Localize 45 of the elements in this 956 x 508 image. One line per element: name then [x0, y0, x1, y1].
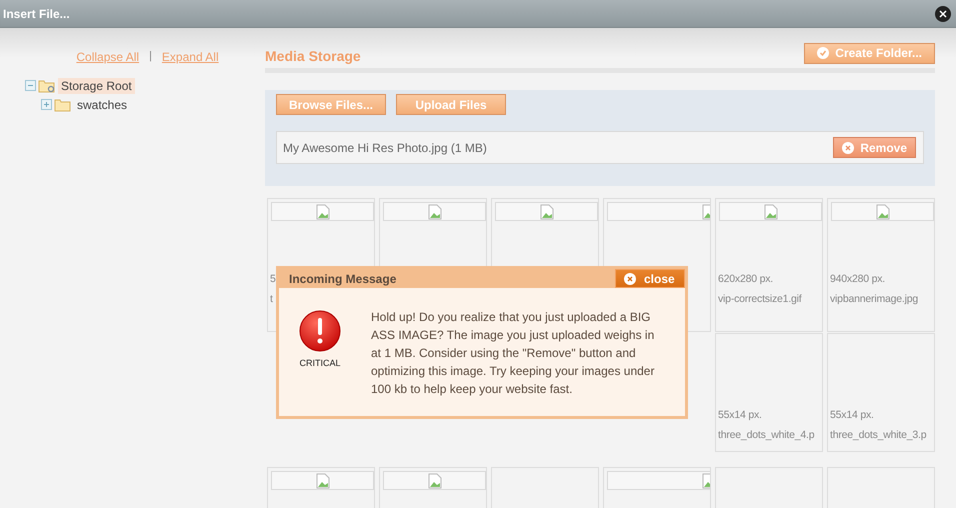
broken-image-icon: [316, 472, 330, 488]
broken-image-icon: [428, 204, 442, 220]
image-dimensions: 5: [270, 272, 276, 287]
file-name: three_dots_white_3.p: [830, 428, 926, 443]
file-name: My Awesome Hi Res Photo.jpg (1 MB): [283, 140, 487, 154]
folder-icon: [54, 98, 72, 112]
broken-image-icon: [316, 204, 330, 220]
tree-link[interactable]: Collapse All: [76, 50, 140, 64]
thumbnail-card[interactable]: 55x14 px. three_dots_white_3.p: [827, 333, 935, 452]
image-dimensions: 55x14 px.: [830, 408, 875, 423]
create-folder-button[interactable]: Create Folder...: [804, 42, 935, 64]
separator: |: [149, 50, 152, 64]
image-dimensions: 940x280 px.: [830, 272, 886, 287]
file-name: vipbannerimage.jpg: [830, 292, 918, 307]
section-title: Media Storage: [265, 47, 361, 64]
image-dimensions: 55x14 px.: [718, 408, 763, 423]
window-title: Insert File...: [3, 6, 70, 20]
thumbnail-card[interactable]: 55x14 px. three_dots_white_4.p: [715, 333, 823, 452]
warning-icon: [299, 310, 341, 352]
tree-link[interactable]: Expand All: [162, 50, 219, 64]
thumbnail-card[interactable]: 620x280 px. vip-correctsize1.gif: [715, 198, 823, 332]
check-icon: [817, 47, 830, 59]
remove-button[interactable]: Remove: [833, 137, 916, 158]
close-icon: [624, 272, 636, 284]
tree-item[interactable]: swatches: [74, 96, 130, 112]
tree-item[interactable]: Storage Root: [58, 78, 135, 94]
thumbnail-card[interactable]: 940x280 px. vipbannerimage.jpg: [827, 198, 935, 332]
image-dimensions: 620x280 px.: [718, 272, 774, 287]
broken-image-icon: [876, 204, 890, 220]
close-icon: [842, 142, 854, 154]
close-button[interactable]: close: [615, 269, 685, 288]
file-name: vip-correctsize1.gif: [718, 292, 802, 307]
folder-search-icon: [38, 78, 56, 92]
broken-image-icon: [540, 204, 554, 220]
collapse-icon[interactable]: [25, 80, 36, 91]
close-icon: [939, 10, 947, 18]
upload-button[interactable]: Upload Files: [396, 94, 506, 115]
expand-icon[interactable]: [41, 99, 52, 110]
file-name: t: [270, 292, 274, 307]
file-name: three_dots_white_4.p: [718, 428, 814, 443]
close-button[interactable]: [935, 6, 951, 22]
severity-label: CRITICAL: [299, 358, 340, 368]
browse-button[interactable]: Browse Files...: [276, 94, 386, 115]
broken-image-icon: [428, 472, 442, 488]
broken-image-icon: [764, 204, 778, 220]
